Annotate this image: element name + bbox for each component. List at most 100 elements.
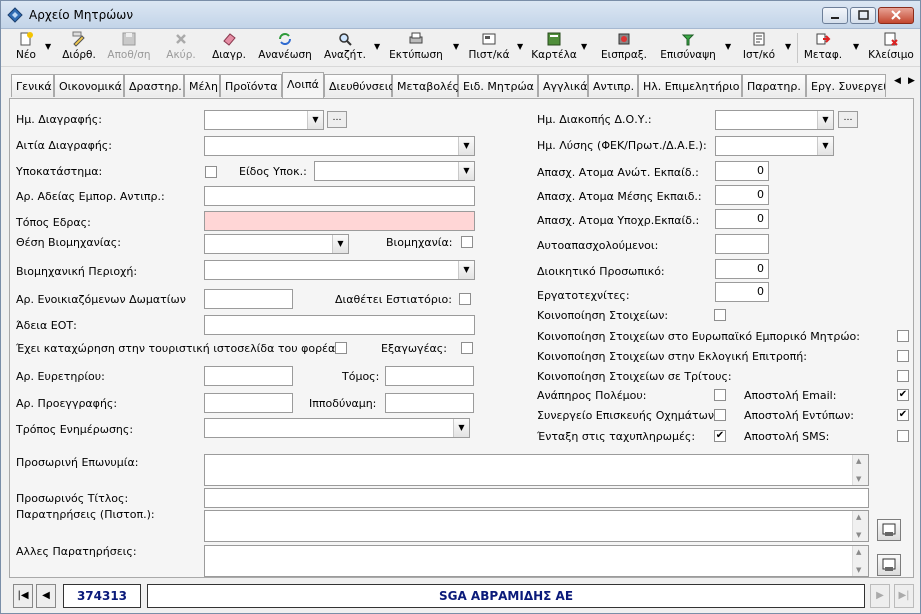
- new-dropdown-arrow[interactable]: ▼: [45, 42, 51, 51]
- delete-date-ellipsis-button[interactable]: …: [327, 111, 347, 128]
- dissolution-select[interactable]: ▼: [715, 136, 834, 156]
- attach-dropdown-arrow[interactable]: ▼: [725, 42, 731, 51]
- emp-basic-input[interactable]: 0: [715, 209, 769, 229]
- tab-activities[interactable]: Δραστηρ.: [124, 74, 184, 97]
- emp-high-input[interactable]: 0: [715, 161, 769, 181]
- collect-button[interactable]: Εισπραξ.: [599, 31, 649, 65]
- tourist-site-checkbox[interactable]: [335, 342, 347, 354]
- tab-special-registries[interactable]: Ειδ. Μητρώα: [458, 74, 538, 97]
- chevron-down-icon[interactable]: ▼: [458, 261, 474, 279]
- delete-button[interactable]: Διαγρ.: [209, 31, 249, 65]
- tab-other[interactable]: Λοιπά: [282, 72, 324, 99]
- tab-representatives[interactable]: Αντιπρ.: [588, 74, 638, 97]
- print-dropdown-arrow[interactable]: ▼: [453, 42, 459, 51]
- minimize-button[interactable]: [822, 7, 848, 24]
- maximize-button[interactable]: [850, 7, 876, 24]
- card-button[interactable]: Καρτέλα: [531, 31, 577, 65]
- attach-button[interactable]: Επισύναψη: [657, 31, 719, 65]
- delete-reason-select[interactable]: ▼: [204, 136, 475, 156]
- notify-checkbox[interactable]: [714, 309, 726, 321]
- eot-input[interactable]: [204, 315, 475, 335]
- certificates-button[interactable]: Πιστ/κά: [467, 31, 511, 65]
- seat-input[interactable]: [204, 211, 475, 231]
- send-sms-checkbox[interactable]: [897, 430, 909, 442]
- chevron-down-icon[interactable]: ▼: [453, 419, 469, 437]
- workers-input[interactable]: 0: [715, 282, 769, 302]
- delete-date-picker[interactable]: ▼: [204, 110, 324, 130]
- branch-checkbox[interactable]: [205, 166, 217, 178]
- pre-reg-input[interactable]: [204, 393, 293, 413]
- transfer-button[interactable]: Μεταφ.: [803, 31, 843, 65]
- industry-checkbox[interactable]: [461, 236, 473, 248]
- fast-pay-checkbox[interactable]: ✔: [714, 430, 726, 442]
- send-print-checkbox[interactable]: ✔: [897, 409, 909, 421]
- other-notes-textarea[interactable]: ▲ ▼: [204, 545, 869, 577]
- scroll-down-icon[interactable]: ▼: [856, 531, 861, 539]
- scroll-down-icon[interactable]: ▼: [856, 566, 861, 574]
- tab-financial[interactable]: Οικονομικά: [54, 74, 124, 97]
- scroll-up-icon[interactable]: ▲: [856, 548, 861, 556]
- update-mode-select[interactable]: ▼: [204, 418, 470, 438]
- search-dropdown-arrow[interactable]: ▼: [374, 42, 380, 51]
- horsepower-input[interactable]: [385, 393, 474, 413]
- volume-input[interactable]: [385, 366, 474, 386]
- close-button[interactable]: Κλείσιμο: [867, 31, 915, 65]
- tab-addresses[interactable]: Διευθύνσεις: [324, 74, 395, 97]
- print-button[interactable]: Εκτύπωση: [387, 31, 445, 65]
- tab-e-chamber[interactable]: Ηλ. Επιμελητήριο: [638, 74, 742, 97]
- chevron-down-icon[interactable]: ▼: [817, 111, 833, 129]
- notify-eu-checkbox[interactable]: [897, 330, 909, 342]
- transfer-dropdown-arrow[interactable]: ▼: [853, 42, 859, 51]
- chevron-down-icon[interactable]: ▼: [458, 137, 474, 155]
- next-record-button[interactable]: ▶: [870, 584, 890, 608]
- restaurant-checkbox[interactable]: [459, 293, 471, 305]
- edit-button[interactable]: Διόρθ.: [59, 31, 99, 65]
- rooms-input[interactable]: [204, 289, 293, 309]
- branch-type-select[interactable]: ▼: [314, 161, 475, 181]
- doy-date-ellipsis-button[interactable]: …: [838, 111, 858, 128]
- tab-scroll-right-icon[interactable]: ▶: [908, 76, 915, 86]
- tab-english[interactable]: Αγγλικά: [538, 74, 588, 97]
- industry-area-select[interactable]: ▼: [204, 260, 475, 280]
- industry-position-select[interactable]: ▼: [204, 234, 349, 254]
- tab-work-partners[interactable]: Εργ. Συνεργεί: [806, 74, 886, 97]
- notify-third-checkbox[interactable]: [897, 370, 909, 382]
- temp-name-scrollbar[interactable]: ▲ ▼: [852, 455, 868, 485]
- first-record-button[interactable]: |◀: [13, 584, 33, 608]
- new-button[interactable]: Νέο: [9, 31, 43, 65]
- chevron-down-icon[interactable]: ▼: [307, 111, 323, 129]
- notes-cert-stamp-button[interactable]: [877, 519, 901, 541]
- close-window-button[interactable]: [878, 7, 914, 24]
- search-button[interactable]: Αναζήτ.: [323, 31, 367, 65]
- temp-name-textarea[interactable]: ▲ ▼: [204, 454, 869, 486]
- notes-cert-textarea[interactable]: ▲ ▼: [204, 510, 869, 542]
- admin-staff-input[interactable]: 0: [715, 259, 769, 279]
- rep-license-input[interactable]: [204, 186, 475, 206]
- tab-changes[interactable]: Μεταβολές: [392, 74, 459, 97]
- emp-mid-input[interactable]: 0: [715, 185, 769, 205]
- send-email-checkbox[interactable]: ✔: [897, 389, 909, 401]
- other-notes-stamp-button[interactable]: [877, 554, 901, 576]
- other-notes-scrollbar[interactable]: ▲ ▼: [852, 546, 868, 576]
- certificates-dropdown-arrow[interactable]: ▼: [517, 42, 523, 51]
- doy-date-picker[interactable]: ▼: [715, 110, 834, 130]
- history-button[interactable]: Ιστ/κό: [739, 31, 779, 65]
- notes-cert-scrollbar[interactable]: ▲ ▼: [852, 511, 868, 541]
- tab-notes[interactable]: Παρατηρ.: [742, 74, 806, 97]
- tab-products[interactable]: Προϊόντα: [220, 74, 282, 97]
- scroll-up-icon[interactable]: ▲: [856, 457, 861, 465]
- card-dropdown-arrow[interactable]: ▼: [581, 42, 587, 51]
- cancel-button[interactable]: Ακύρ.: [161, 31, 201, 65]
- chevron-down-icon[interactable]: ▼: [817, 137, 833, 155]
- chevron-down-icon[interactable]: ▼: [332, 235, 348, 253]
- car-repair-checkbox[interactable]: [714, 409, 726, 421]
- self-employed-input[interactable]: [715, 234, 769, 254]
- save-button[interactable]: Αποθ/ση: [105, 31, 153, 65]
- scroll-up-icon[interactable]: ▲: [856, 513, 861, 521]
- temp-title-input[interactable]: [204, 488, 869, 508]
- tab-scroll-left-icon[interactable]: ◀: [894, 76, 901, 86]
- tab-general[interactable]: Γενικά: [11, 74, 54, 97]
- index-no-input[interactable]: [204, 366, 293, 386]
- history-dropdown-arrow[interactable]: ▼: [785, 42, 791, 51]
- notify-election-checkbox[interactable]: [897, 350, 909, 362]
